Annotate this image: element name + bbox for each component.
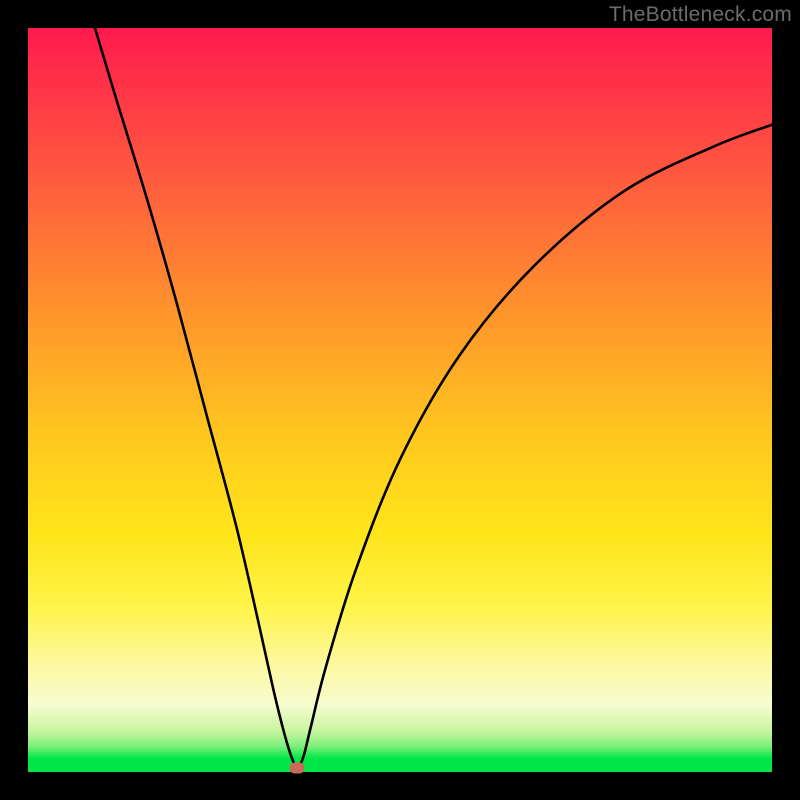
watermark-text: TheBottleneck.com [609, 3, 792, 27]
plot-area [28, 28, 772, 772]
optimal-marker [290, 762, 305, 773]
chart-frame: TheBottleneck.com [0, 0, 800, 800]
background-gradient [28, 28, 772, 772]
